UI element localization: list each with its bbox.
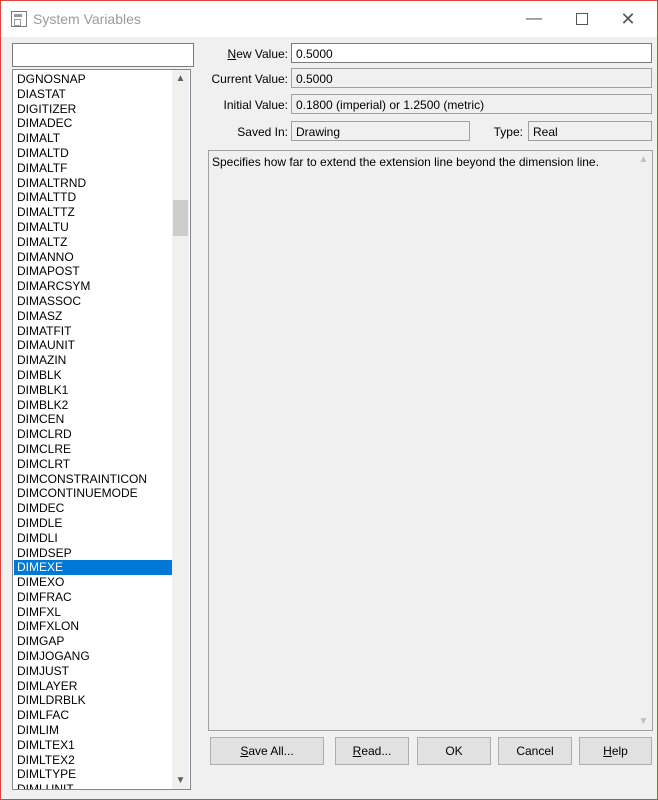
list-item[interactable]: DIMLDRBLK [14, 693, 172, 708]
initial-value-label: Initial Value: [223, 98, 288, 112]
list-item[interactable]: DIMLTYPE [14, 767, 172, 782]
list-item[interactable]: DIMCEN [14, 412, 172, 427]
list-item[interactable]: DIMDEC [14, 501, 172, 516]
list-item[interactable]: DIMLFAC [14, 708, 172, 723]
list-item[interactable]: DIMLAYER [14, 679, 172, 694]
list-item[interactable]: DIMCONSTRAINTICON [14, 472, 172, 487]
initial-value-field: 0.1800 (imperial) or 1.2500 (metric) [291, 94, 652, 114]
current-value-label: Current Value: [211, 72, 288, 86]
list-item[interactable]: DIMANNO [14, 250, 172, 265]
description-box[interactable]: Specifies how far to extend the extensio… [208, 150, 653, 731]
list-item[interactable]: DIMLTEX2 [14, 753, 172, 768]
list-scrollbar[interactable]: ▲ ▼ [172, 70, 189, 789]
current-value-field: 0.5000 [291, 68, 652, 88]
list-item[interactable]: DIMALTD [14, 146, 172, 161]
list-item[interactable]: DIMFXLON [14, 619, 172, 634]
minimize-button[interactable]: — [519, 7, 549, 31]
new-value-label-mnemonic: N [227, 47, 237, 61]
read-button[interactable]: Read... [335, 737, 409, 765]
list-item[interactable]: DGNOSNAP [14, 72, 172, 87]
list-item[interactable]: DIMATFIT [14, 324, 172, 339]
new-value-label: New Value: [208, 47, 288, 61]
search-input[interactable] [12, 43, 194, 67]
type-field: Real [528, 121, 652, 141]
list-item[interactable]: DIMCLRE [14, 442, 172, 457]
ok-button[interactable]: OK [417, 737, 491, 765]
list-item[interactable]: DIMEXE [14, 560, 172, 576]
maximize-icon [576, 12, 588, 25]
chevron-up-icon[interactable]: ▲ [172, 73, 189, 84]
help-button[interactable]: Help [579, 737, 652, 765]
save-all-button[interactable]: Save All... [210, 737, 324, 765]
system-variables-window: System Variables — ✕ DGNOSNAP DIASTAT DIGI… [0, 0, 658, 800]
variables-list[interactable]: DGNOSNAP DIASTAT DIGITIZER DIMADEC DIMALT DIM… [12, 69, 191, 790]
list-item[interactable]: DIMAZIN [14, 353, 172, 368]
list-item[interactable]: DIMALTTZ [14, 205, 172, 220]
list-item[interactable]: DIMLTEX1 [14, 738, 172, 753]
list-item[interactable]: DIMALTTD [14, 190, 172, 205]
list-item[interactable]: DIMALTF [14, 161, 172, 176]
list-item[interactable]: DIMARCSYM [14, 279, 172, 294]
app-icon [11, 11, 27, 27]
list-item[interactable]: DIASTAT [14, 87, 172, 102]
list-item[interactable]: DIMALTRND [14, 176, 172, 191]
list-item[interactable]: DIMFXL [14, 605, 172, 620]
list-item[interactable]: DIMDSEP [14, 546, 172, 561]
chevron-up-icon: ▲ [638, 154, 649, 165]
list-item[interactable]: DIMASZ [14, 309, 172, 324]
list-item[interactable]: DIMLIM [14, 723, 172, 738]
title-bar: System Variables — ✕ [1, 1, 657, 37]
scrollbar-thumb[interactable] [173, 200, 188, 236]
window-title: System Variables [33, 11, 141, 27]
list-item[interactable]: DIMGAP [14, 634, 172, 649]
new-value-input[interactable]: 0.5000 [291, 43, 652, 63]
list-item[interactable]: DIMASSOC [14, 294, 172, 309]
list-item[interactable]: DIMBLK [14, 368, 172, 383]
list-item[interactable]: DIMDLE [14, 516, 172, 531]
list-item[interactable]: DIMALT [14, 131, 172, 146]
list-item[interactable]: DIMLUNIT [14, 782, 172, 789]
description-scrollbar: ▲ ▼ [635, 151, 652, 730]
list-item[interactable]: DIMEXO [14, 575, 172, 590]
list-item[interactable]: DIMJOGANG [14, 649, 172, 664]
list-item[interactable]: DIMADEC [14, 116, 172, 131]
maximize-button[interactable] [567, 7, 597, 31]
saved-in-label: Saved In: [237, 125, 288, 139]
list-item[interactable]: DIMFRAC [14, 590, 172, 605]
variables-list-items: DGNOSNAP DIASTAT DIGITIZER DIMADEC DIMALT DIM… [14, 72, 172, 789]
type-label: Type: [493, 125, 523, 139]
list-item[interactable]: DIMALTZ [14, 235, 172, 250]
list-item[interactable]: DIMAPOST [14, 264, 172, 279]
list-item[interactable]: DIMJUST [14, 664, 172, 679]
list-item[interactable]: DIMCLRD [14, 427, 172, 442]
list-item[interactable]: DIMAUNIT [14, 338, 172, 353]
list-item[interactable]: DIMBLK1 [14, 383, 172, 398]
saved-in-field: Drawing [291, 121, 470, 141]
chevron-down-icon: ▼ [638, 716, 649, 727]
close-button[interactable]: ✕ [613, 7, 643, 31]
description-text: Specifies how far to extend the extensio… [212, 155, 599, 169]
list-item[interactable]: DIMCLRT [14, 457, 172, 472]
new-value-label-rest: ew Value: [236, 47, 288, 61]
chevron-down-icon[interactable]: ▼ [172, 775, 189, 786]
cancel-button[interactable]: Cancel [498, 737, 572, 765]
list-item[interactable]: DIMBLK2 [14, 398, 172, 413]
list-item[interactable]: DIMALTU [14, 220, 172, 235]
list-item[interactable]: DIMCONTINUEMODE [14, 486, 172, 501]
list-item[interactable]: DIGITIZER [14, 102, 172, 117]
list-item[interactable]: DIMDLI [14, 531, 172, 546]
